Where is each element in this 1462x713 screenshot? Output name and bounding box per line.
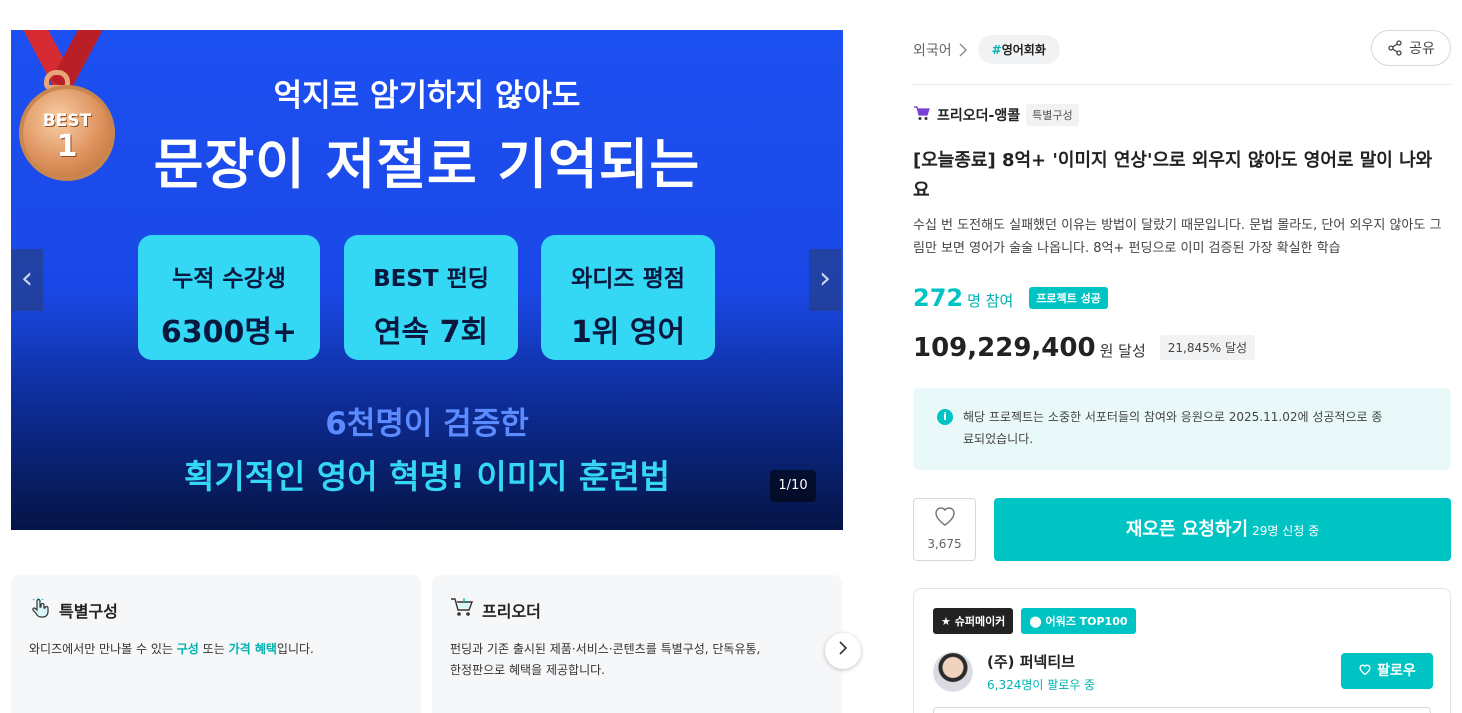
maker-badges: ★ 슈퍼메이커 ⬤ 어워즈 TOP100: [933, 608, 1431, 634]
features-next-button[interactable]: [825, 633, 861, 669]
maker-card: ★ 슈퍼메이커 ⬤ 어워즈 TOP100 (주) 퍼넥티브 6,324명이 팔로…: [913, 588, 1451, 713]
badge-label: 슈퍼메이커: [954, 615, 1006, 628]
stat-box-funding: BEST 펀딩 연속 7회: [344, 235, 518, 360]
desc-text: 또는: [198, 642, 229, 656]
tag-label: 영어회화: [1001, 43, 1046, 57]
desc-highlight: 가격 혜택: [228, 642, 277, 656]
feature-title-row: 프리오더: [450, 597, 824, 623]
message-button-partial[interactable]: [933, 707, 1431, 713]
stat-label: 와디즈 평점: [571, 266, 685, 292]
feature-title: 특별구성: [59, 602, 118, 621]
project-description: 수십 번 도전해도 실패했던 이유는 방법이 달랐기 때문입니다. 문법 몰라도…: [913, 218, 1442, 256]
reopen-request-button[interactable]: 재오픈 요청하기 29명 신청 중: [994, 498, 1451, 561]
desc-highlight: 구성: [176, 642, 199, 656]
feature-description: 펀딩과 기존 출시된 제품·서비스·콘텐츠를 특별구성, 단독유통, 한정판으로…: [450, 639, 824, 681]
chevron-right-icon: [959, 43, 967, 56]
stat-label: 누적 수강생: [172, 266, 286, 292]
badge-label: 어워즈 TOP100: [1045, 615, 1128, 628]
stat-label: BEST 펀딩: [373, 266, 489, 292]
notice-box: i 해당 프로젝트는 소중한 서포터들의 참여와 응원으로 2025.11.02…: [913, 388, 1451, 470]
notice-text: 해당 프로젝트는 소중한 서포터들의 참여와 응원으로 2025.11.02에 …: [963, 410, 1383, 446]
maker-row: 프리오더-앵콜 특별구성: [913, 104, 1079, 126]
hero-title: 문장이 저절로 기억되는: [153, 133, 701, 196]
achievement-rate-badge: 21,845% 달성: [1159, 335, 1256, 360]
feature-description: 와디즈에서만 만나볼 수 있는 구성 또는 가격 혜택입니다.: [29, 639, 403, 660]
amount-value: 109,229,400: [913, 333, 1096, 363]
hero-verified-line: 6천명이 검증한: [325, 406, 529, 442]
like-button[interactable]: 3,675: [913, 498, 976, 561]
maker-row-name[interactable]: 프리오더-앵콜: [937, 105, 1020, 125]
cart-icon: [450, 597, 474, 623]
maker-name[interactable]: (주) 퍼넥티브: [987, 651, 1095, 672]
avatar[interactable]: [933, 652, 973, 692]
funding-amount: 109,229,400 원 달성 21,845% 달성: [913, 333, 1256, 364]
hero-subtitle: 억지로 암기하지 않아도: [273, 78, 581, 114]
divider: [913, 84, 1451, 85]
like-count: 3,675: [927, 537, 962, 551]
hand-pointer-icon: [29, 597, 51, 623]
feature-card-preorder: 프리오더 펀딩과 기존 출시된 제품·서비스·콘텐츠를 특별구성, 단독유통, …: [432, 575, 842, 713]
feature-title-row: 특별구성: [29, 597, 403, 623]
breadcrumb-tag[interactable]: #영어회화: [977, 35, 1060, 64]
desc-line: 한정판으로 혜택을 제공합니다.: [450, 663, 605, 677]
chevron-right-icon: [839, 641, 848, 655]
stat-box-students: 누적 수강생 6300명+: [138, 235, 320, 360]
special-tag: 특별구성: [1026, 104, 1079, 126]
hero-prev-button[interactable]: ‹: [11, 249, 43, 311]
reopen-count: 29명 신청 중: [1252, 524, 1320, 538]
share-label: 공유: [1409, 41, 1435, 57]
share-button[interactable]: 공유: [1371, 30, 1451, 66]
hero-banner: BEST 1 억지로 암기하지 않아도 문장이 저절로 기억되는 누적 수강생 …: [11, 30, 843, 530]
feature-card-special: 특별구성 와디즈에서만 만나볼 수 있는 구성 또는 가격 혜택입니다.: [11, 575, 421, 713]
slide-counter: 1/10: [770, 470, 816, 502]
follower-count: 6,324명이 팔로우 중: [987, 678, 1096, 692]
maker-info: (주) 퍼넥티브 6,324명이 팔로우 중: [933, 651, 1095, 693]
follow-label: 팔로우: [1377, 663, 1416, 679]
feature-title: 프리오더: [482, 602, 541, 621]
hero-next-button[interactable]: ›: [809, 249, 841, 311]
super-maker-badge: ★ 슈퍼메이커: [933, 608, 1014, 634]
awards-badge: ⬤ 어워즈 TOP100: [1021, 608, 1136, 634]
participant-count: 272: [913, 284, 964, 312]
follow-button[interactable]: 팔로우: [1341, 653, 1433, 689]
preorder-cart-icon: [913, 104, 931, 126]
project-title: [오늘종료] 8억+ '이미지 연상'으로 외우지 않아도 영어로 말이 나와요: [913, 150, 1433, 201]
heart-icon: [914, 503, 975, 537]
participants: 272 명 참여 프로젝트 성공: [913, 284, 1108, 313]
breadcrumb-category[interactable]: 외국어: [913, 40, 952, 60]
stat-value: 연속 7회: [373, 315, 489, 350]
hero-tagline: 획기적인 영어 혁명! 이미지 훈련법: [183, 457, 671, 496]
share-icon: [1388, 40, 1402, 56]
stat-box-rating: 와디즈 평점 1위 영어: [541, 235, 715, 360]
reopen-label: 재오픈 요청하기: [1125, 519, 1249, 540]
desc-line: 펀딩과 기존 출시된 제품·서비스·콘텐츠를 특별구성, 단독유통,: [450, 642, 761, 656]
heart-icon: [1359, 664, 1371, 676]
desc-text: 와디즈에서만 만나볼 수 있는: [29, 642, 177, 656]
participant-unit: 명 참여: [967, 292, 1014, 310]
info-icon: i: [937, 409, 953, 425]
breadcrumb: 외국어 #영어회화: [913, 35, 1060, 64]
hash-icon: #: [991, 43, 1002, 57]
status-badge: 프로젝트 성공: [1029, 287, 1108, 309]
amount-unit: 원 달성: [1099, 342, 1146, 360]
stat-value: 6300명+: [160, 315, 298, 350]
desc-text: 입니다.: [276, 642, 314, 656]
stat-value: 1위 영어: [570, 315, 686, 350]
